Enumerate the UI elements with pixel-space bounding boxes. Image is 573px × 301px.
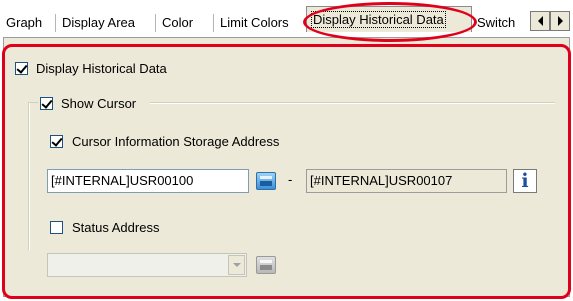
- tab-label: Display Historical Data: [311, 11, 446, 28]
- tab-label: Color: [162, 15, 194, 30]
- cursor-start-address-input[interactable]: [#INTERNAL]USR00100: [47, 169, 249, 193]
- cursor-info-address-label: Cursor Information Storage Address: [72, 134, 280, 149]
- address-range-separator: -: [288, 172, 293, 187]
- show-cursor-checkbox[interactable]: [40, 97, 53, 110]
- tab-label: Display Area: [62, 15, 135, 30]
- status-address-dropdown-button: [228, 255, 245, 275]
- tab-separator: [155, 14, 156, 32]
- chevron-down-icon: [232, 263, 241, 267]
- display-historical-data-checkbox[interactable]: [15, 62, 28, 75]
- scroll-right-icon: [557, 16, 563, 26]
- tab-display-historical-data[interactable]: Display Historical Data: [306, 6, 472, 32]
- tab-strip: Graph Display Area Color Limit Colors Di…: [0, 0, 573, 38]
- status-address-input: [47, 253, 247, 277]
- tab-separator: [213, 14, 214, 32]
- tab-graph[interactable]: Graph: [6, 12, 42, 34]
- status-address-checkbox[interactable]: [50, 221, 63, 234]
- tab-scroll-right-button[interactable]: [550, 11, 570, 31]
- tab-separator: [55, 14, 56, 32]
- scroll-left-icon: [537, 16, 543, 26]
- cursor-info-address-checkbox[interactable]: [50, 135, 63, 148]
- tab-label: Limit Colors: [220, 15, 289, 30]
- group-border: [28, 102, 38, 103]
- tab-label: Switch: [477, 15, 516, 30]
- tab-display-area[interactable]: Display Area: [62, 12, 135, 34]
- group-border: [29, 102, 30, 250]
- info-icon[interactable]: i: [513, 169, 537, 193]
- tab-color[interactable]: Color: [162, 12, 193, 34]
- tab-limit-colors[interactable]: Limit Colors: [220, 12, 289, 34]
- address-picker-icon: [256, 256, 276, 274]
- tab-label: Graph: [6, 15, 43, 30]
- status-address-label: Status Address: [72, 220, 160, 235]
- tab-switch[interactable]: Switch: [477, 12, 515, 34]
- display-historical-data-label: Display Historical Data: [36, 61, 167, 76]
- cursor-end-address-field: [#INTERNAL]USR00107: [306, 169, 507, 193]
- show-cursor-label: Show Cursor: [61, 96, 137, 111]
- tab-scroll-left-button[interactable]: [530, 11, 550, 31]
- address-picker-icon[interactable]: [256, 172, 276, 190]
- group-border: [150, 103, 555, 104]
